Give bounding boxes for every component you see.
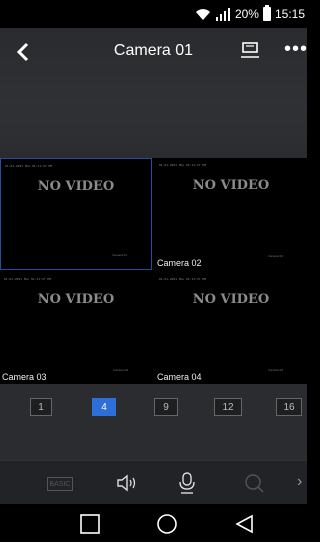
- speaker-icon[interactable]: [115, 472, 139, 494]
- system-nav-bar: [0, 504, 307, 542]
- video-tile-4[interactable]: 01-01-2021 Mon 01:11:37 PM NO VIDEO Came…: [155, 272, 307, 384]
- tile-timestamp: 01-01-2021 Mon 01:11:37 PM: [5, 164, 52, 168]
- header: Camera 01 •••: [0, 28, 307, 158]
- tile-timestamp: 01-01-2021 Mon 01:11:37 PM: [159, 277, 206, 281]
- status-bar: 20% 15:15: [0, 0, 307, 28]
- tile-camera-label: Camera 04: [157, 372, 202, 382]
- tile-timestamp: 01-01-2021 Mon 01:11:37 PM: [159, 163, 206, 167]
- nav-back-icon[interactable]: [234, 513, 256, 535]
- no-video-text: NO VIDEO: [192, 292, 270, 307]
- battery-percent: 20%: [234, 7, 259, 21]
- tile-camera-label: Camera 02: [157, 258, 202, 268]
- basic-button[interactable]: BASIC: [47, 477, 73, 491]
- battery-icon: [262, 5, 271, 21]
- video-tile-1[interactable]: 01-01-2021 Mon 01:11:37 PM NO VIDEO Came…: [0, 158, 152, 270]
- layout-4-button[interactable]: 4: [92, 398, 116, 416]
- nav-home-icon[interactable]: [156, 513, 178, 535]
- tile-overlay-name: Camera 01: [112, 253, 127, 257]
- layout-selector: 1 4 9 12 16: [0, 384, 307, 434]
- no-video-text: NO VIDEO: [192, 178, 270, 193]
- wifi-icon: [195, 9, 210, 20]
- layout-1-button[interactable]: 1: [30, 398, 52, 416]
- no-video-text: NO VIDEO: [37, 179, 115, 194]
- video-grid: 01-01-2021 Mon 01:11:37 PM NO VIDEO Came…: [0, 158, 307, 384]
- layout-16-button[interactable]: 16: [276, 398, 302, 416]
- zoom-icon[interactable]: [243, 472, 267, 494]
- video-tile-3[interactable]: 01-01-2021 Mon 01:11:37 PM NO VIDEO Came…: [0, 272, 152, 384]
- status-time: 15:15: [274, 7, 305, 21]
- nav-recent-icon[interactable]: [79, 513, 101, 535]
- video-tile-2[interactable]: 01-01-2021 Mon 01:11:37 PM NO VIDEO Came…: [155, 158, 307, 270]
- tile-camera-label: Camera 03: [2, 372, 47, 382]
- tile-overlay-name: Camera 03: [113, 368, 128, 372]
- signal-icon: [215, 8, 230, 21]
- microphone-icon[interactable]: [175, 472, 199, 494]
- no-video-text: NO VIDEO: [37, 292, 115, 307]
- more-icon[interactable]: •••: [284, 38, 308, 61]
- layout-9-button[interactable]: 9: [154, 398, 178, 416]
- layout-12-button[interactable]: 12: [214, 398, 242, 416]
- tile-overlay-name: Camera 04: [268, 368, 283, 372]
- monitor-icon[interactable]: [239, 40, 261, 62]
- tile-overlay-name: Camera 02: [268, 254, 283, 258]
- spacer: [0, 434, 307, 460]
- bottom-toolbar: BASIC ›: [0, 460, 307, 504]
- tile-timestamp: 01-01-2021 Mon 01:11:37 PM: [4, 277, 51, 281]
- chevron-right-icon[interactable]: ›: [297, 473, 302, 491]
